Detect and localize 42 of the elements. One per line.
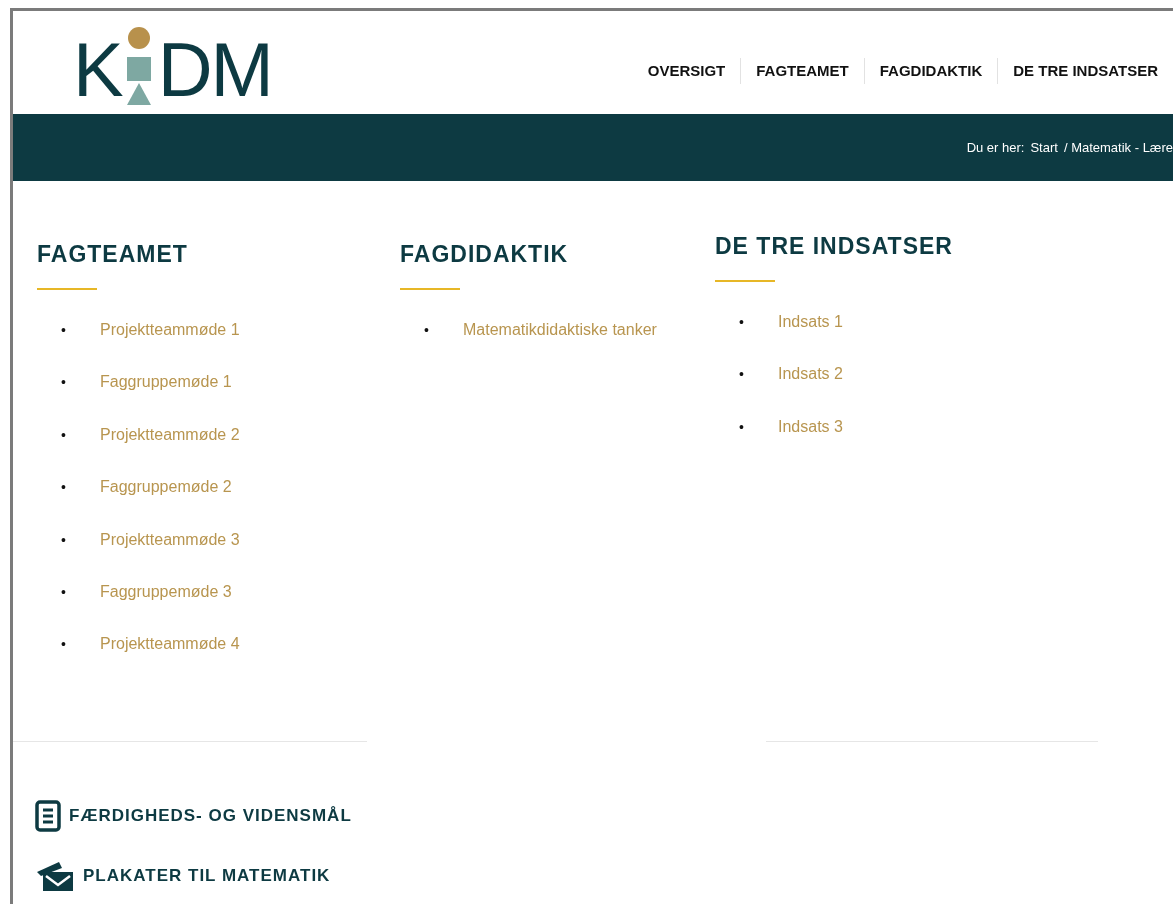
figure-logo-icon xyxy=(125,26,152,105)
section-heading: FAGTEAMET xyxy=(37,241,189,268)
list-link[interactable]: Matematikdidaktiske tanker xyxy=(463,304,657,357)
bullet: • xyxy=(61,321,67,340)
list-link[interactable]: Faggruppemøde 1 xyxy=(100,356,232,409)
resource-link[interactable]: FÆRDIGHEDS- OG VIDENSMÅL xyxy=(69,806,352,826)
list-link[interactable]: Projektteammøde 2 xyxy=(100,408,240,462)
bullet: • xyxy=(739,365,745,385)
list-link[interactable]: Faggruppemøde 3 xyxy=(100,566,232,619)
list-link[interactable]: Indsats 2 xyxy=(778,348,843,401)
nav-link[interactable]: FAGTEAMET xyxy=(740,57,864,84)
section-heading: DE TRE INDSATSER xyxy=(715,233,954,260)
list-link[interactable]: Projektteammøde 1 xyxy=(100,304,240,357)
envelope-icon xyxy=(35,860,75,892)
bullet: • xyxy=(61,635,67,655)
breadcrumb-label: Du er her: xyxy=(966,140,1025,155)
breadcrumb-link[interactable]: Start xyxy=(1030,140,1058,155)
bullet: • xyxy=(61,530,67,550)
nav-link[interactable]: FAGDIDAKTIK xyxy=(863,57,998,84)
bullet: • xyxy=(739,313,745,332)
heading-underline xyxy=(37,288,97,290)
logo-text: K xyxy=(73,34,122,105)
list-link[interactable]: Indsats 3 xyxy=(778,400,843,454)
list-link[interactable]: Projektteammøde 4 xyxy=(100,618,240,671)
heading-underline xyxy=(715,280,775,282)
list-link[interactable]: Indsats 1 xyxy=(778,296,843,349)
bullet: • xyxy=(61,583,67,603)
resource-link[interactable]: PLAKATER TIL MATEMATIK xyxy=(83,866,331,886)
logo-text: DM xyxy=(157,34,272,105)
list-link[interactable]: Faggruppemøde 2 xyxy=(100,461,232,514)
list-link[interactable]: Projektteammøde 3 xyxy=(100,513,240,567)
bullet: • xyxy=(739,417,745,437)
bullet: • xyxy=(424,321,430,340)
heading-underline xyxy=(400,288,460,290)
breadcrumb-trail: / Matematik - Lære xyxy=(1063,140,1173,155)
document-icon xyxy=(35,800,61,832)
nav-link[interactable]: DE TRE INDSATSER xyxy=(997,57,1173,84)
nav-link[interactable]: OVERSIGT xyxy=(631,57,741,84)
bullet: • xyxy=(61,478,67,498)
section-heading: FAGDIDAKTIK xyxy=(400,241,570,268)
bullet: • xyxy=(61,425,67,445)
bullet: • xyxy=(61,373,67,393)
